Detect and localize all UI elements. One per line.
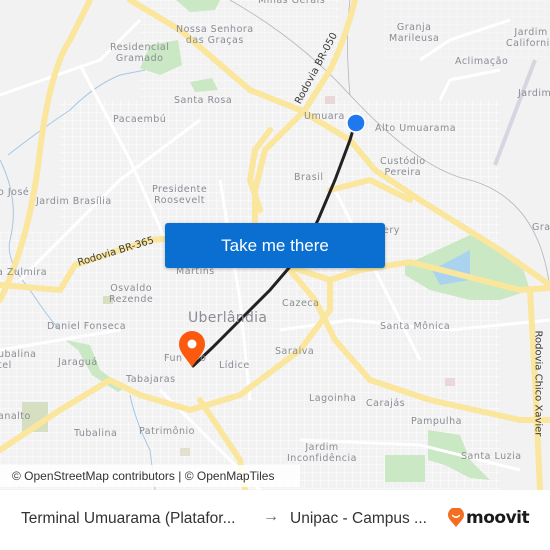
label-santa-luzia: Santa Luzia xyxy=(461,451,522,462)
label-lagoinha: Lagoinha xyxy=(309,393,357,404)
label-gra: Gra xyxy=(532,222,550,233)
label-residencial-gramado: Residencial Gramado xyxy=(110,42,170,64)
moovit-logo[interactable]: moovit xyxy=(448,508,530,528)
building-santa-monica xyxy=(445,378,455,386)
label-city-uberlandia: Uberlândia xyxy=(188,310,268,326)
label-cazeca: Cazeca xyxy=(282,298,320,309)
label-aclimacao: Aclimação xyxy=(455,56,509,67)
label-planalto: analto xyxy=(0,411,31,422)
take-me-there-button[interactable]: Take me there xyxy=(165,223,385,268)
building-umuarama xyxy=(325,96,335,104)
label-tabajaras: Tabajaras xyxy=(126,374,176,385)
label-nossa-senhora: Nossa Senhora das Graças xyxy=(176,24,254,46)
footer-bar: Terminal Umuarama (Platafor... → Unipac … xyxy=(0,490,550,550)
label-daniel-fonseca: Daniel Fonseca xyxy=(47,321,127,332)
label-osvaldo-rezende: Osvaldo Rezende xyxy=(109,283,154,305)
label-jardim-brasilia: Jardim Brasília xyxy=(36,196,112,207)
label-lidice: Lídice xyxy=(219,360,250,371)
label-zulmira: a Zulmira xyxy=(0,267,48,278)
label-minas-gerais: Minas Gerais xyxy=(258,0,326,6)
label-custodio-pereira: Custódio Pereira xyxy=(380,156,426,178)
road-label-chico-xavier: Rodovia Chico Xavier xyxy=(532,330,544,437)
destination-name: Unipac - Campus ... xyxy=(290,510,427,527)
park-south-1 xyxy=(385,455,425,482)
label-saraiva: Saraiva xyxy=(275,346,315,357)
origin-marker xyxy=(347,114,365,132)
label-santa-monica: Santa Mônica xyxy=(380,321,451,332)
label-patrimonio: Patrimônio xyxy=(139,426,195,437)
label-carajas: Carajás xyxy=(366,398,406,409)
map-attribution[interactable]: © OpenStreetMap contributors | © OpenMap… xyxy=(0,465,300,487)
label-jardim-inconfidencia: Jardim Inconfidência xyxy=(287,442,357,464)
arrow-right-icon: → xyxy=(263,508,279,525)
building-patrimonio xyxy=(180,448,190,456)
label-pacaembu: Pacaembú xyxy=(113,114,167,125)
label-granja-marileusa: Granja Marileusa xyxy=(389,22,440,44)
origin-stop-name: Terminal Umuarama (Platafor... xyxy=(21,510,236,527)
label-jaragua: Jaraguá xyxy=(58,357,98,368)
label-tubalina: Tubalina xyxy=(74,428,118,439)
moovit-pin-icon xyxy=(448,508,464,527)
label-umuarama: Umuara xyxy=(304,111,345,122)
label-presidente-roosevelt: Presidente Roosevelt xyxy=(152,184,208,206)
label-fundinho: Fun o xyxy=(164,353,207,364)
label-santa-rosa: Santa Rosa xyxy=(174,95,233,106)
label-jardim-east: Jardim xyxy=(518,88,550,99)
label-tibery: ery xyxy=(383,225,400,236)
label-pampulha: Pampulha xyxy=(411,416,462,427)
label-alto-umuarama: Alto Umuarama xyxy=(375,123,457,134)
label-sao-jose: o José xyxy=(0,187,30,198)
moovit-wordmark: moovit xyxy=(466,508,530,528)
label-tubalina-tel: ubalina tel xyxy=(0,349,37,371)
label-jardim-california: Jardim California xyxy=(506,27,550,49)
label-brasil: Brasil xyxy=(294,172,324,183)
